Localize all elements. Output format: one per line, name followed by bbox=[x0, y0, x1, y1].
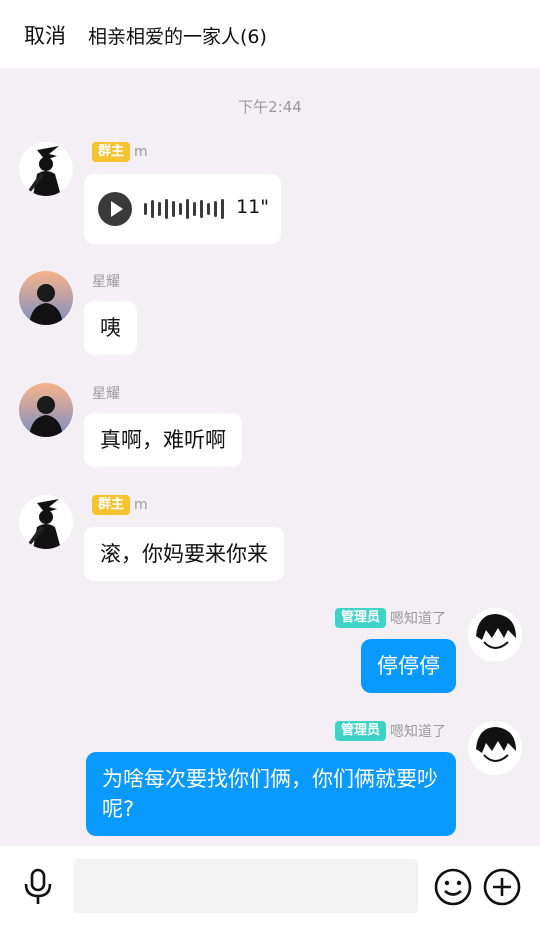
sender-name: 星耀 bbox=[92, 386, 120, 402]
sender-name: m bbox=[134, 144, 148, 160]
message-bubble[interactable]: 停停停 bbox=[361, 639, 456, 693]
waveform-icon bbox=[144, 196, 224, 222]
sender-row: 管理员 嗯知道了 bbox=[334, 608, 446, 628]
avatar-self[interactable] bbox=[468, 608, 522, 662]
avatar-image bbox=[19, 495, 73, 549]
message-list[interactable]: 下午2:44 群主 m 11" 星耀 咦 星耀 真啊，难听啊 群主 m 滚，你妈… bbox=[0, 68, 540, 846]
avatar-image bbox=[19, 271, 73, 325]
sender-name: m bbox=[134, 497, 148, 513]
emoji-icon[interactable] bbox=[434, 868, 472, 910]
avatar-xingyao[interactable] bbox=[19, 383, 73, 437]
sender-name: 星耀 bbox=[92, 274, 120, 290]
sender-row: 群主 m bbox=[92, 142, 148, 162]
avatar-image bbox=[468, 721, 522, 775]
avatar-group-owner[interactable] bbox=[19, 142, 73, 196]
cancel-button[interactable]: 取消 bbox=[24, 20, 66, 50]
avatar-image bbox=[468, 608, 522, 662]
sender-name: 嗯知道了 bbox=[390, 611, 446, 627]
avatar-self[interactable] bbox=[468, 721, 522, 775]
sender-row: 星耀 bbox=[92, 271, 120, 291]
message-bubble[interactable]: 滚，你妈要来你来 bbox=[84, 527, 284, 581]
timestamp: 下午2:44 bbox=[238, 98, 302, 116]
sender-row: 群主 m bbox=[92, 495, 148, 515]
avatar-group-owner[interactable] bbox=[19, 495, 73, 549]
message-bubble[interactable]: 为啥每次要找你们俩，你们俩就要吵呢? bbox=[86, 752, 456, 836]
avatar-image bbox=[19, 383, 73, 437]
owner-badge: 群主 bbox=[92, 142, 131, 162]
admin-badge: 管理员 bbox=[334, 721, 386, 741]
add-icon[interactable] bbox=[483, 868, 521, 910]
sender-row: 星耀 bbox=[92, 383, 120, 403]
chat-header: 取消 相亲相爱的一家人(6) bbox=[0, 0, 540, 68]
chat-title: 相亲相爱的一家人(6) bbox=[88, 26, 267, 48]
sender-row: 管理员 嗯知道了 bbox=[334, 721, 446, 741]
message-bubble[interactable]: 真啊，难听啊 bbox=[84, 413, 242, 467]
voice-message[interactable]: 11" bbox=[84, 174, 281, 244]
sender-name: 嗯知道了 bbox=[390, 724, 446, 740]
avatar-image bbox=[19, 142, 73, 196]
message-bubble[interactable]: 咦 bbox=[84, 301, 137, 355]
admin-badge: 管理员 bbox=[334, 608, 386, 628]
owner-badge: 群主 bbox=[92, 495, 131, 515]
message-input[interactable] bbox=[73, 859, 418, 913]
avatar-xingyao[interactable] bbox=[19, 271, 73, 325]
input-bar bbox=[0, 846, 540, 927]
voice-duration: 11" bbox=[236, 196, 269, 218]
microphone-icon[interactable] bbox=[22, 868, 54, 910]
play-icon[interactable] bbox=[98, 192, 132, 226]
